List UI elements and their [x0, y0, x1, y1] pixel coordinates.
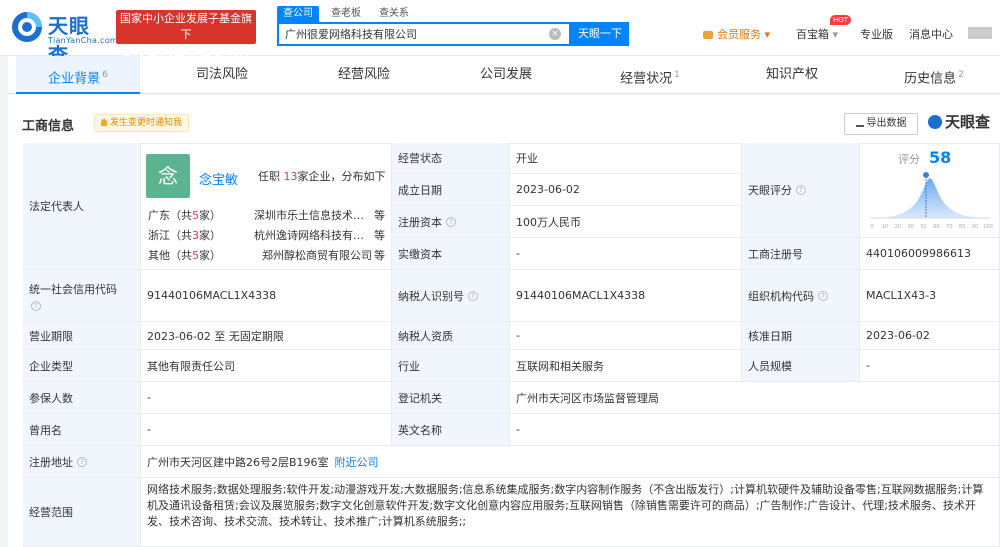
scope-label: 经营范围	[23, 478, 141, 547]
approve-value: 2023-06-02	[860, 322, 1000, 350]
rep-summary: 任职 13家企业，分布如下	[258, 168, 386, 184]
region-company-link[interactable]: 郑州醇松商贸有限公司	[262, 247, 372, 263]
nearby-company-link[interactable]: 附近公司	[335, 454, 379, 470]
region-count: 3	[192, 229, 199, 242]
regno-label: 工商注册号	[742, 238, 860, 270]
insured-value: -	[141, 382, 392, 414]
tax-label: 纳税人识别号?	[392, 270, 510, 322]
staff-label: 人员规模	[742, 350, 860, 382]
credit-value: 91440106MACL1X4338	[141, 270, 392, 322]
approve-label: 核准日期	[742, 322, 860, 350]
found-value: 2023-06-02	[510, 174, 742, 206]
region-row: 浙江（共3家）	[148, 227, 221, 243]
org-label: 组织机构代码?	[742, 270, 860, 322]
rep-avatar[interactable]: 念	[146, 154, 190, 198]
authority-value: 广州市天河区市场监督管理局	[510, 382, 1000, 414]
rep-summary-post: 家企业，分布如下	[297, 170, 386, 183]
term-label: 营业期限	[23, 322, 141, 350]
score-axis-tick: 30	[907, 224, 913, 230]
english-value: -	[510, 414, 1000, 446]
region-province: 其他（共	[148, 249, 192, 262]
region-suffix: 家）	[199, 249, 221, 262]
region-more-link[interactable]: 等	[374, 227, 385, 243]
region-company-link[interactable]: 杭州逸诗网络科技有…	[254, 227, 364, 243]
status-label: 经营状态	[392, 143, 510, 174]
region-count: 5	[192, 209, 199, 222]
help-icon[interactable]: ?	[796, 185, 806, 195]
score-caption: 评分	[898, 153, 920, 166]
status-value: 开业	[510, 143, 742, 174]
score-axis-tick: 10	[882, 224, 888, 230]
region-company-link[interactable]: 深圳市乐土信息技术…	[254, 207, 364, 223]
rep-company-count: 13	[283, 170, 298, 183]
capital-label: 注册资本?	[392, 206, 510, 238]
found-label: 成立日期	[392, 174, 510, 206]
score-axis-tick: 20	[895, 224, 901, 230]
type-value: 其他有限责任公司	[141, 350, 392, 382]
scope-value: 网络技术服务;数据处理服务;软件开发;动漫游戏开发;大数据服务;信息系统集成服务…	[141, 478, 1000, 547]
score-label-text: 天眼评分	[748, 184, 792, 197]
org-value: MACL1X43-3	[860, 270, 1000, 322]
industry-label: 行业	[392, 350, 510, 382]
region-more-link[interactable]: 等	[374, 207, 385, 223]
regno-value: 440106009986613	[860, 238, 1000, 270]
help-icon[interactable]: ?	[31, 300, 41, 311]
rep-label: 法定代表人	[23, 143, 141, 270]
authority-label: 登记机关	[392, 382, 510, 414]
help-icon[interactable]: ?	[468, 290, 478, 301]
tax-value: 91440106MACL1X4338	[510, 270, 742, 322]
paid-value: -	[510, 238, 742, 270]
paid-label: 实缴资本	[392, 238, 510, 270]
org-label-text: 组织机构代码	[748, 289, 814, 303]
address-label-text: 注册地址	[29, 455, 73, 469]
score-value: 58	[929, 148, 952, 167]
score-axis-tick: 60	[933, 224, 939, 230]
taxq-label: 纳税人资质	[392, 322, 510, 350]
score-axis-labels: 0 10 20 30 50 60 70 80 90 100	[870, 224, 992, 230]
former-value: -	[141, 414, 392, 446]
address-value: 广州市天河区建中路26号2层B196室 附近公司	[141, 446, 1000, 478]
credit-label-text: 统一社会信用代码	[29, 282, 117, 296]
english-label: 英文名称	[392, 414, 510, 446]
score-axis-tick: 90	[972, 224, 978, 230]
capital-value: 100万人民币	[510, 206, 742, 238]
address-label: 注册地址?	[23, 446, 141, 478]
former-label: 曾用名	[23, 414, 141, 446]
term-value: 2023-06-02 至 无固定期限	[141, 322, 392, 350]
taxq-value: -	[510, 322, 742, 350]
insured-label: 参保人数	[23, 382, 141, 414]
staff-value: -	[860, 350, 1000, 382]
industry-value: 互联网和相关服务	[510, 350, 742, 382]
score-axis-tick: 0	[870, 224, 873, 230]
region-suffix: 家）	[199, 209, 221, 222]
business-info-table: 法定代表人 经营状态 开业 成立日期 2023-06-02 注册资本? 100万…	[0, 0, 1000, 547]
region-suffix: 家）	[199, 229, 221, 242]
score-distribution-curve	[870, 178, 990, 218]
score-distribution-chart: 0 10 20 30 50 60 70 80 90 100	[870, 172, 993, 230]
score-axis-tick: 80	[959, 224, 965, 230]
region-more-link[interactable]: 等	[374, 247, 385, 263]
capital-label-text: 注册资本	[398, 215, 442, 229]
type-label: 企业类型	[23, 350, 141, 382]
score-axis-tick: 70	[946, 224, 952, 230]
rep-name-link[interactable]: 念宝敏	[199, 169, 238, 188]
tax-label-text: 纳税人识别号	[398, 289, 464, 303]
score-label-cell: 天眼评分?	[742, 143, 860, 238]
score-axis-tick: 50	[920, 224, 926, 230]
credit-label: 统一社会信用代码?	[23, 270, 141, 322]
region-row: 其他（共5家）	[148, 247, 221, 263]
help-icon[interactable]: ?	[446, 216, 456, 227]
region-province: 广东（共	[148, 209, 192, 222]
region-province: 浙江（共	[148, 229, 192, 242]
region-count: 5	[192, 249, 199, 262]
address-text: 广州市天河区建中路26号2层B196室	[147, 455, 329, 469]
help-icon[interactable]: ?	[77, 456, 87, 467]
help-icon[interactable]: ?	[818, 290, 828, 301]
score-axis-tick: 100	[983, 224, 993, 230]
score-marker-dot	[923, 172, 929, 178]
rep-summary-pre: 任职	[258, 170, 280, 183]
region-row: 广东（共5家）	[148, 207, 221, 223]
